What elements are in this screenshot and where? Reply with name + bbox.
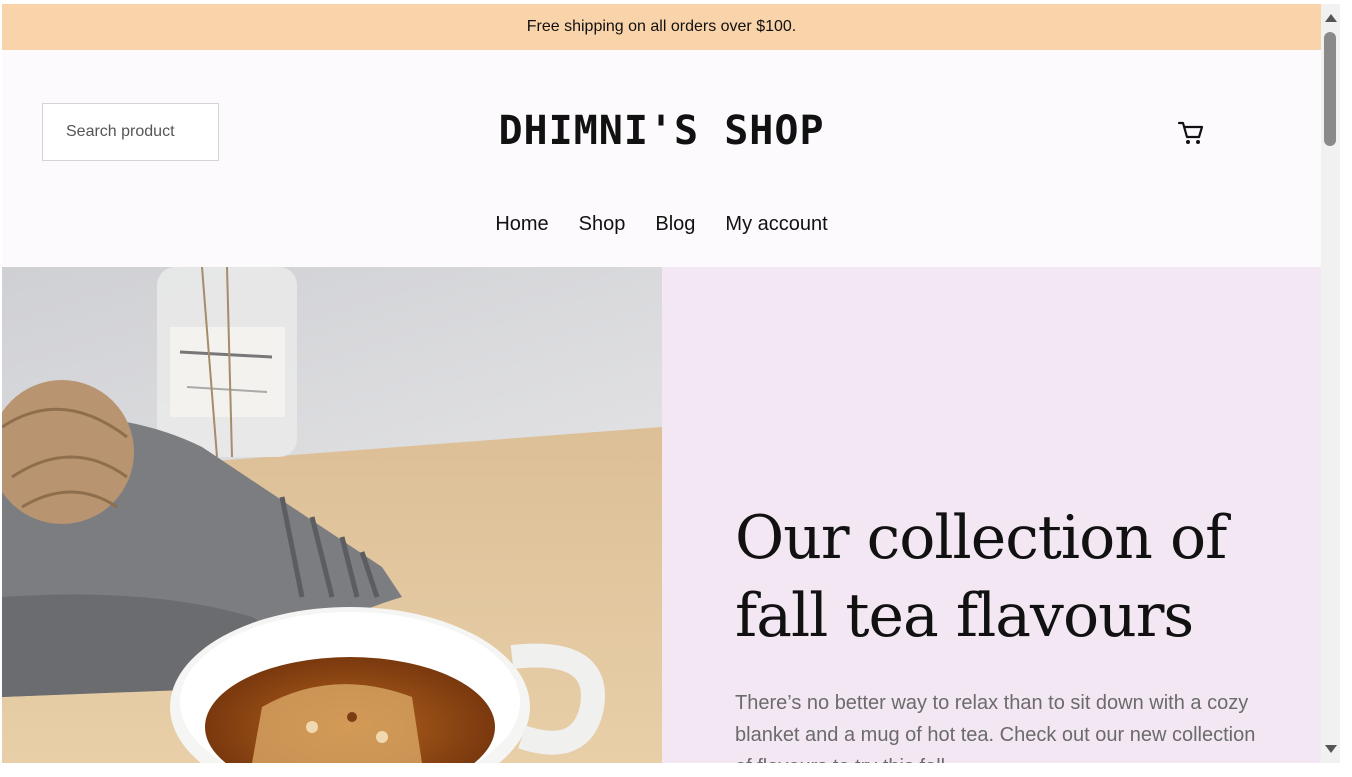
scroll-thumb[interactable]: [1324, 32, 1336, 146]
page: Free shipping on all orders over $100. D…: [2, 4, 1321, 763]
scroll-up-arrow-icon[interactable]: [1325, 14, 1337, 22]
scroll-down-arrow-icon[interactable]: [1325, 745, 1337, 753]
site-title[interactable]: DHIMNI'S SHOP: [2, 108, 1321, 154]
announcement-text: Free shipping on all orders over $100.: [526, 18, 797, 35]
cart-icon[interactable]: [1176, 117, 1206, 147]
main-navigation: Home Shop Blog My account: [2, 213, 1321, 236]
hero-image: [2, 267, 662, 763]
site-header: DHIMNI'S SHOP Home Shop Blog My account: [2, 50, 1321, 267]
hero-heading: Our collection of fall tea flavours: [735, 503, 1227, 651]
hero-description: There’s no better way to relax than to s…: [735, 692, 1256, 763]
announcement-bar: Free shipping on all orders over $100.: [2, 4, 1321, 50]
nav-item-home[interactable]: Home: [495, 213, 548, 236]
nav-item-shop[interactable]: Shop: [579, 213, 626, 236]
nav-item-my-account[interactable]: My account: [725, 213, 827, 236]
nav-item-blog[interactable]: Blog: [655, 213, 695, 236]
hero-section: Our collection of fall tea flavours Ther…: [2, 267, 1321, 763]
hero-text-panel: Our collection of fall tea flavours Ther…: [662, 267, 1321, 763]
page-scrollbar[interactable]: [1321, 4, 1340, 763]
